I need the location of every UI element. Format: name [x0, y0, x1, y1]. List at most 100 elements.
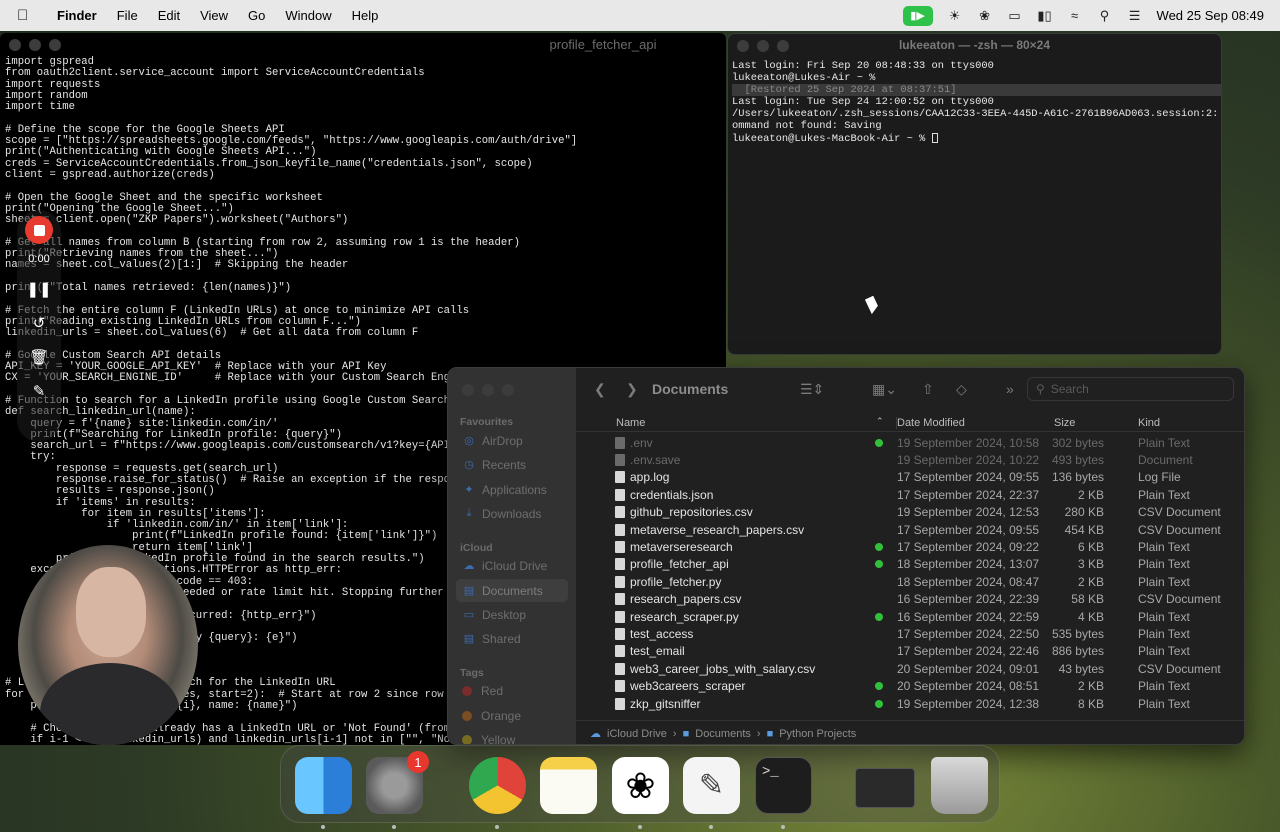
file-row[interactable]: test_email 17 September 2024, 22:46 886 by…: [576, 643, 1244, 660]
textedit-app-icon[interactable]: ✎: [683, 757, 740, 814]
close-button[interactable]: [462, 384, 474, 396]
menu-view[interactable]: View: [200, 8, 228, 23]
restart-icon[interactable]: ↺: [29, 313, 49, 333]
file-row[interactable]: credentials.json 17 September 2024, 22:37…: [576, 486, 1244, 503]
terminal-output[interactable]: Last login: Fri Sep 20 08:48:33 on ttys0…: [728, 56, 1221, 145]
zoom-button[interactable]: [49, 39, 61, 51]
minimize-button[interactable]: [757, 40, 769, 52]
search-field[interactable]: ⚲ Search: [1027, 377, 1234, 401]
file-size: 886 bytes: [1051, 644, 1104, 659]
chatgpt-menu-icon[interactable]: ❀: [977, 8, 993, 23]
sidebar-tag-orange[interactable]: Orange: [456, 704, 568, 727]
green-tag-icon: [875, 543, 883, 552]
column-date-modified[interactable]: Date Modified: [896, 417, 965, 429]
minimize-button[interactable]: [29, 39, 41, 51]
close-button[interactable]: [737, 40, 749, 52]
sort-chevron-icon[interactable]: ⌃: [876, 416, 884, 427]
path-icloud-drive[interactable]: iCloud Drive: [607, 728, 667, 740]
menu-file[interactable]: File: [117, 8, 138, 23]
file-row[interactable]: zkp_gitsniffer 19 September 2024, 12:38 8 …: [576, 695, 1244, 712]
zoom-button[interactable]: [502, 384, 514, 396]
sidebar-item-downloads[interactable]: ⤓ Downloads: [456, 502, 568, 525]
file-row[interactable]: web3_career_jobs_with_salary.csv 20 Septe…: [576, 660, 1244, 677]
path-python-projects[interactable]: Python Projects: [779, 728, 856, 740]
close-button[interactable]: [9, 39, 21, 51]
file-kind: Plain Text: [1138, 609, 1190, 624]
file-kind: CSV Document: [1138, 522, 1221, 537]
list-view-icon[interactable]: ☰⇕: [800, 381, 824, 398]
screen-mirror-icon[interactable]: ▭: [1007, 8, 1023, 23]
share-icon[interactable]: ⇧: [922, 381, 934, 398]
zoom-button[interactable]: [777, 40, 789, 52]
file-row[interactable]: metaverse_research_papers.csv 17 Septembe…: [576, 521, 1244, 538]
finder-window[interactable]: Favourites ◎ AirDrop ◷ Recents ✦ Applicatio…: [447, 367, 1245, 745]
group-view-icon[interactable]: ▦⌄: [872, 381, 897, 398]
menu-help[interactable]: Help: [352, 8, 379, 23]
chrome-app-icon[interactable]: [469, 757, 526, 814]
file-row[interactable]: profile_fetcher.py 18 September 2024, 08:…: [576, 573, 1244, 590]
file-row[interactable]: web3careers_scraper 20 September 2024, 08…: [576, 678, 1244, 695]
chatgpt-app-icon[interactable]: ❀: [612, 757, 669, 814]
file-size: 6 KB: [1077, 540, 1104, 555]
stop-recording-button[interactable]: [25, 216, 53, 244]
file-row[interactable]: .env 19 September 2024, 10:58 302 bytes Pla…: [576, 434, 1244, 451]
pause-icon[interactable]: ❚❚: [26, 279, 51, 299]
menu-app-name[interactable]: Finder: [57, 8, 97, 23]
file-row[interactable]: app.log 17 September 2024, 09:55 136 bytes…: [576, 469, 1244, 486]
file-row[interactable]: research_scraper.py 16 September 2024, 22…: [576, 608, 1244, 625]
file-row[interactable]: .env.save 19 September 2024, 10:22 493 byt…: [576, 451, 1244, 468]
sidebar-item-icloud-drive[interactable]: ☁ iCloud Drive: [456, 554, 568, 577]
sidebar-item-desktop[interactable]: ▭ Desktop: [456, 603, 568, 626]
terminal-titlebar[interactable]: lukeeaton — -zsh — 80×24: [728, 34, 1221, 56]
sidebar-tag-red[interactable]: Red: [456, 679, 568, 702]
file-row[interactable]: github_repositories.csv 19 September 2024…: [576, 504, 1244, 521]
column-name[interactable]: Name: [616, 417, 645, 429]
file-row[interactable]: profile_fetcher_api 18 September 2024, 13…: [576, 556, 1244, 573]
tag-icon[interactable]: ◇: [956, 381, 967, 398]
sidebar-item-airdrop[interactable]: ◎ AirDrop: [456, 429, 568, 452]
file-row[interactable]: research_papers.csv 16 September 2024, 22…: [576, 591, 1244, 608]
text-cursor-icon: [931, 132, 938, 143]
system-settings-app-icon[interactable]: 1: [366, 751, 429, 814]
minimize-button[interactable]: [482, 384, 494, 396]
sidebar-item-applications[interactable]: ✦ Applications: [456, 478, 568, 501]
back-chevron-icon[interactable]: ❮: [594, 381, 606, 398]
spotlight-search-icon[interactable]: ⚲: [1097, 8, 1113, 23]
menu-edit[interactable]: Edit: [158, 8, 180, 23]
column-kind[interactable]: Kind: [1138, 417, 1160, 429]
trash-icon[interactable]: [931, 757, 988, 814]
terminal-window[interactable]: lukeeaton — -zsh — 80×24 Last login: Fri…: [727, 33, 1222, 355]
menu-go[interactable]: Go: [248, 8, 265, 23]
battery-icon[interactable]: ▮▯: [1037, 8, 1053, 23]
sidebar-item-shared[interactable]: ▤ Shared: [456, 627, 568, 650]
control-center-icon[interactable]: ☰: [1127, 8, 1143, 23]
sidebar-item-recents[interactable]: ◷ Recents: [456, 453, 568, 476]
trash-icon[interactable]: 🗑: [29, 347, 49, 367]
brightness-icon[interactable]: ☀: [947, 8, 963, 23]
terminal-prompt[interactable]: lukeeaton@Lukes-MacBook-Air ~ %: [732, 133, 1221, 145]
webcam-bubble[interactable]: [18, 545, 198, 745]
camera-indicator-icon[interactable]: ▮▶: [902, 5, 933, 26]
minimized-window-thumbnail[interactable]: [855, 768, 915, 808]
column-header: Name ⌃ Date Modified Size Kind: [576, 410, 1244, 432]
forward-chevron-icon[interactable]: ❯: [626, 381, 638, 398]
notes-app-icon[interactable]: [540, 757, 597, 814]
menu-clock[interactable]: Wed 25 Sep 08:49: [1157, 8, 1264, 23]
green-tag-icon: [875, 682, 883, 691]
wifi-icon[interactable]: ≈: [1067, 8, 1083, 23]
file-row[interactable]: test_access 17 September 2024, 22:50 535 b…: [576, 625, 1244, 642]
apple-menu-icon[interactable]: : [17, 7, 35, 24]
file-icon: [615, 436, 625, 449]
editor-titlebar[interactable]: profile_fetcher_api: [0, 33, 726, 55]
file-row[interactable]: metaverseresearch 17 September 2024, 09:2…: [576, 538, 1244, 555]
terminal-app-icon[interactable]: >_: [755, 757, 812, 814]
menu-window[interactable]: Window: [285, 8, 331, 23]
file-name: test_access: [630, 627, 694, 642]
more-chevron-icon[interactable]: »: [1006, 381, 1014, 397]
path-documents[interactable]: Documents: [695, 728, 751, 740]
column-size[interactable]: Size: [1054, 417, 1075, 429]
draw-pen-icon[interactable]: ✎: [29, 381, 49, 401]
finder-app-icon[interactable]: [295, 757, 352, 814]
sidebar-item-documents[interactable]: ▤ Documents: [456, 579, 568, 602]
sidebar-tag-yellow[interactable]: Yellow: [456, 728, 568, 744]
